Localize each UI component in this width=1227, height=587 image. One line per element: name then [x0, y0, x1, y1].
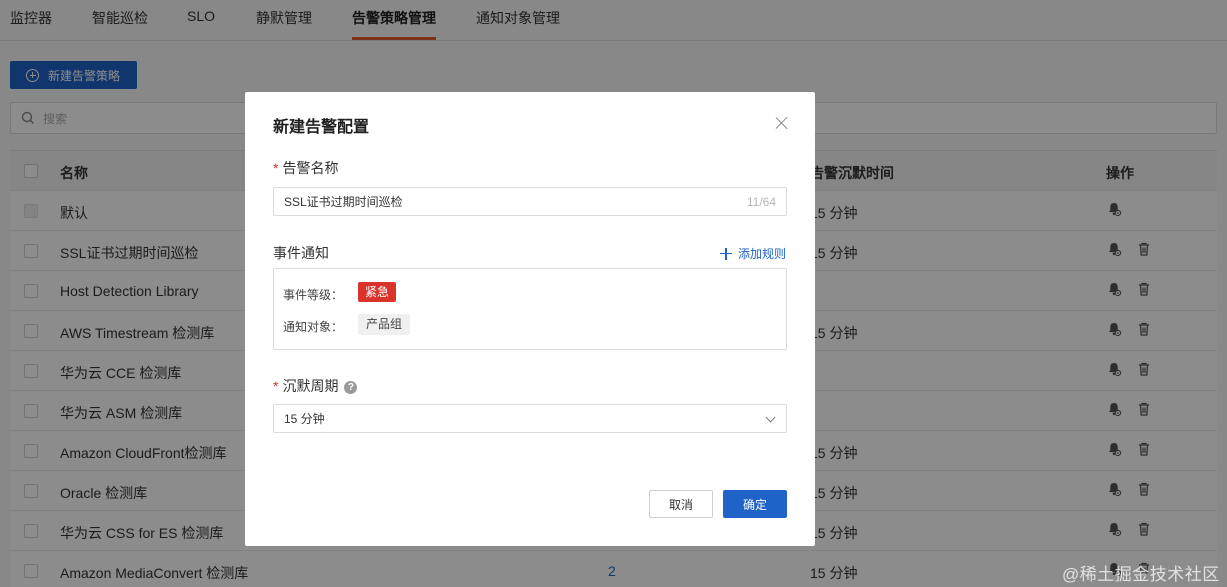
notify-target-label: 通知对象： [283, 320, 344, 334]
silence-period-label: * 沉默周期? [273, 376, 358, 396]
chevron-down-icon [765, 412, 776, 423]
close-icon[interactable] [774, 115, 790, 131]
silence-period-value: 15 分钟 [284, 412, 325, 426]
alert-name-value: SSL证书过期时间巡检 [284, 195, 403, 209]
alert-name-input[interactable]: SSL证书过期时间巡检 11/64 [273, 187, 787, 216]
notify-rule-box: 事件等级： 紧急 通知对象： 产品组 [273, 268, 787, 350]
help-icon[interactable]: ? [344, 381, 358, 394]
level-badge-urgent[interactable]: 紧急 [358, 282, 397, 302]
watermark: @稀土掘金技术社区 [1062, 565, 1220, 584]
event-notify-label: 事件通知 [273, 245, 329, 261]
confirm-button[interactable]: 确定 [723, 490, 787, 518]
cancel-button[interactable]: 取消 [649, 490, 713, 518]
add-rule-label: 添加规则 [738, 247, 787, 261]
event-level-label: 事件等级： [283, 288, 344, 302]
dialog-title: 新建告警配置 [273, 119, 370, 136]
add-rule-button[interactable]: 添加规则 [720, 245, 786, 262]
silence-period-select[interactable]: 15 分钟 [273, 404, 787, 433]
char-counter: 11/64 [746, 195, 776, 209]
plus-icon [720, 247, 732, 260]
new-alert-config-dialog: 新建告警配置 * 告警名称 SSL证书过期时间巡检 11/64 事件通知 添加规则… [245, 92, 815, 546]
required-mark: * [273, 160, 279, 176]
alert-name-label: * 告警名称 [273, 160, 339, 176]
target-tag-product-group[interactable]: 产品组 [358, 314, 411, 335]
